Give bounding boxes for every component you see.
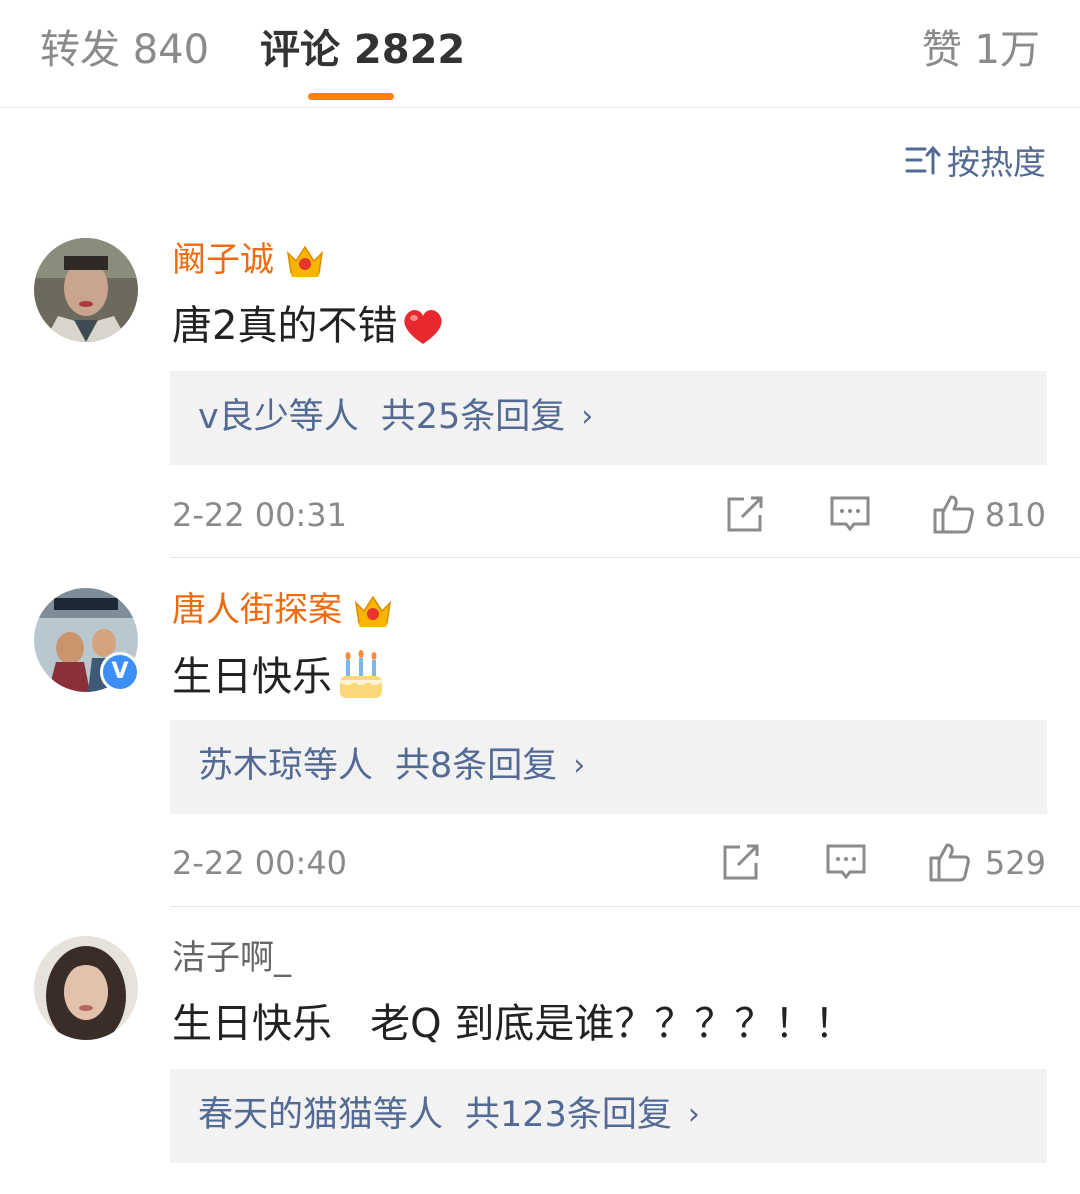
tab-like[interactable]: 赞 1万 bbox=[922, 26, 1040, 74]
comment-time: 2-22 00:31 bbox=[172, 496, 348, 534]
chevron-right-icon: › bbox=[581, 399, 594, 434]
divider bbox=[170, 906, 1080, 907]
comment-text: 生日快乐 老Q 到底是谁？？？？！！ bbox=[172, 998, 854, 1050]
repost-icon[interactable] bbox=[724, 493, 766, 535]
comment-text: 唐2真的不错 bbox=[172, 300, 447, 352]
like-count: 529 bbox=[984, 844, 1046, 882]
tab-repost[interactable]: 转发 840 bbox=[40, 26, 209, 74]
active-tab-indicator bbox=[308, 93, 394, 100]
reply-summary[interactable]: v良少等人 共25条回复 › bbox=[170, 371, 1047, 465]
reply-summary[interactable]: 春天的猫猫等人 共123条回复 › bbox=[170, 1069, 1047, 1163]
crown-badge-icon bbox=[354, 595, 392, 627]
sort-button[interactable]: 按热度 bbox=[905, 140, 1046, 182]
reply-users: 苏木琼等人 bbox=[198, 746, 374, 786]
reply-count: 共8条回复 bbox=[395, 746, 558, 786]
username[interactable]: 唐人街探案 bbox=[172, 588, 394, 632]
reply-users: v良少等人 bbox=[198, 397, 359, 437]
crown-badge-icon bbox=[286, 245, 324, 277]
comment-meta: 2-22 00:40 529 bbox=[0, 838, 1080, 888]
chevron-right-icon: › bbox=[573, 748, 586, 783]
username-text: 唐人街探案 bbox=[172, 590, 342, 630]
username-text: 洁子啊_ bbox=[172, 938, 291, 978]
username-text: 阚子诚 bbox=[172, 240, 274, 280]
divider bbox=[170, 557, 1080, 558]
reply-summary[interactable]: 苏木琼等人 共8条回复 › bbox=[170, 720, 1047, 814]
reply-count: 共25条回复 bbox=[380, 397, 566, 437]
tab-bar: 转发 840 评论 2822 赞 1万 bbox=[0, 0, 1080, 108]
comment-time: 2-22 00:40 bbox=[172, 844, 348, 882]
comment-text-content: 生日快乐 bbox=[172, 654, 332, 700]
comment-icon[interactable] bbox=[829, 493, 871, 535]
like-icon[interactable] bbox=[933, 493, 975, 535]
comment-meta: 2-22 00:31 810 bbox=[0, 490, 1080, 540]
reply-summary-text: v良少等人 共25条回复 › bbox=[198, 394, 593, 440]
like-icon[interactable] bbox=[929, 841, 971, 883]
comment-text-content: 唐2真的不错 bbox=[172, 303, 398, 349]
avatar[interactable] bbox=[34, 936, 138, 1040]
reply-summary-text: 苏木琼等人 共8条回复 › bbox=[198, 743, 585, 789]
chevron-right-icon: › bbox=[687, 1097, 700, 1132]
verified-badge-icon: V bbox=[100, 652, 140, 692]
username[interactable]: 阚子诚 bbox=[172, 238, 326, 282]
sort-hot-icon bbox=[905, 145, 941, 175]
sort-label: 按热度 bbox=[947, 143, 1046, 182]
repost-icon[interactable] bbox=[720, 841, 762, 883]
tab-comment[interactable]: 评论 2822 bbox=[260, 26, 465, 74]
heart-emoji bbox=[404, 309, 443, 344]
comment-text-content: 生日快乐 老Q 到底是谁？？？？！！ bbox=[172, 1001, 855, 1047]
username[interactable]: 洁子啊_ bbox=[172, 936, 291, 980]
like-count: 810 bbox=[984, 496, 1046, 534]
avatar-image bbox=[34, 936, 138, 1040]
birthday-cake-emoji bbox=[340, 650, 382, 698]
avatar-image bbox=[34, 238, 138, 342]
comment-icon[interactable] bbox=[825, 841, 867, 883]
reply-count: 共123条回复 bbox=[465, 1095, 672, 1135]
reply-summary-text: 春天的猫猫等人 共123条回复 › bbox=[198, 1092, 700, 1138]
avatar[interactable] bbox=[34, 238, 138, 342]
comment-text: 生日快乐 bbox=[172, 650, 388, 704]
reply-users: 春天的猫猫等人 bbox=[198, 1095, 444, 1135]
